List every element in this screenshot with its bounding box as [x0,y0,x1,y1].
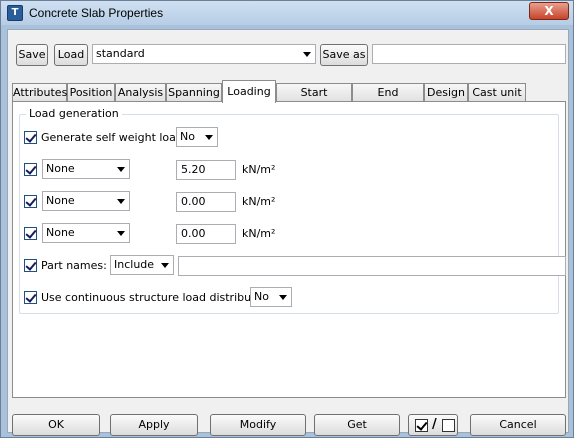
window-title: Concrete Slab Properties [29,6,164,20]
load-3-type-select[interactable]: None [42,223,130,243]
tab-strip: Attributes Position Analysis Spanning Lo… [12,80,566,116]
self-weight-checkbox[interactable] [24,131,37,144]
tab-position[interactable]: Position [67,83,115,102]
continuous-distribution-label: Use continuous structure load distributi… [41,291,273,304]
load-2-unit: kN/m² [242,195,276,208]
tab-spanning[interactable]: Spanning [166,83,222,102]
tab-analysis[interactable]: Analysis [115,83,166,102]
chevron-down-icon [303,52,311,57]
chevron-down-icon [279,295,287,300]
close-button[interactable]: X [529,2,569,20]
tab-start-releases[interactable]: Start releases [276,83,352,116]
modify-button[interactable]: Modify [210,414,306,436]
load-3-type-value: None [46,226,75,239]
load-3-checkbox[interactable] [24,227,37,240]
chevron-down-icon [117,199,125,204]
tab-end-releases[interactable]: End releases [352,83,424,116]
load-generation-group: Load generation Generate self weight loa… [19,107,566,314]
load-2-type-value: None [46,194,75,207]
load-1-unit: kN/m² [242,163,276,176]
self-weight-select[interactable]: No [176,127,218,147]
load-3-unit: kN/m² [242,227,276,240]
ok-button[interactable]: OK [12,414,100,436]
tab-design[interactable]: Design [424,83,468,102]
self-weight-label: Generate self weight load [41,131,183,144]
load-3-value-input[interactable]: 0.00 [176,224,236,244]
loading-tab-panel: Load generation Generate self weight loa… [12,101,566,398]
part-names-mode-select[interactable]: Include [110,255,174,275]
part-names-mode-value: Include [114,258,155,271]
save-as-name-input[interactable] [372,44,566,64]
tab-attributes[interactable]: Attributes [12,83,67,102]
apply-button[interactable]: Apply [110,414,198,436]
checked-box-icon [415,419,428,432]
continuous-distribution-value: No [254,290,269,303]
preset-select-value: standard [96,47,145,60]
preset-select[interactable]: standard [92,44,316,64]
load-1-value-input[interactable]: 5.20 [176,160,236,180]
group-title: Load generation [26,107,122,120]
get-button[interactable]: Get [314,414,400,436]
toggle-separator: / [432,417,437,432]
load-1-checkbox[interactable] [24,163,37,176]
part-names-input[interactable] [178,256,566,276]
unchecked-box-icon [442,419,455,432]
save-as-button[interactable]: Save as [320,44,368,66]
tab-loading[interactable]: Loading [222,80,276,103]
load-2-type-select[interactable]: None [42,191,130,211]
title-bar[interactable]: T Concrete Slab Properties X [1,1,573,25]
load-1-type-value: None [46,162,75,175]
self-weight-value: No [180,130,195,143]
load-2-checkbox[interactable] [24,195,37,208]
part-names-label: Part names: [41,259,107,272]
chevron-down-icon [161,263,169,268]
part-names-checkbox[interactable] [24,259,37,272]
chevron-down-icon [117,231,125,236]
cancel-button[interactable]: Cancel [470,414,566,436]
save-button[interactable]: Save [16,44,48,66]
toggle-all-checkboxes-button[interactable]: / [408,414,458,436]
tab-cast-unit[interactable]: Cast unit [468,83,526,102]
load-2-value-input[interactable]: 0.00 [176,192,236,212]
dialog-body: Save Load standard Save as Attributes Po… [7,29,569,436]
load-button[interactable]: Load [54,44,88,66]
app-icon: T [7,5,23,21]
continuous-distribution-select[interactable]: No [250,287,292,307]
load-1-type-select[interactable]: None [42,159,130,179]
dialog-window: T Concrete Slab Properties X Save Load s… [0,0,574,438]
chevron-down-icon [205,135,213,140]
continuous-distribution-checkbox[interactable] [24,291,37,304]
chevron-down-icon [117,167,125,172]
